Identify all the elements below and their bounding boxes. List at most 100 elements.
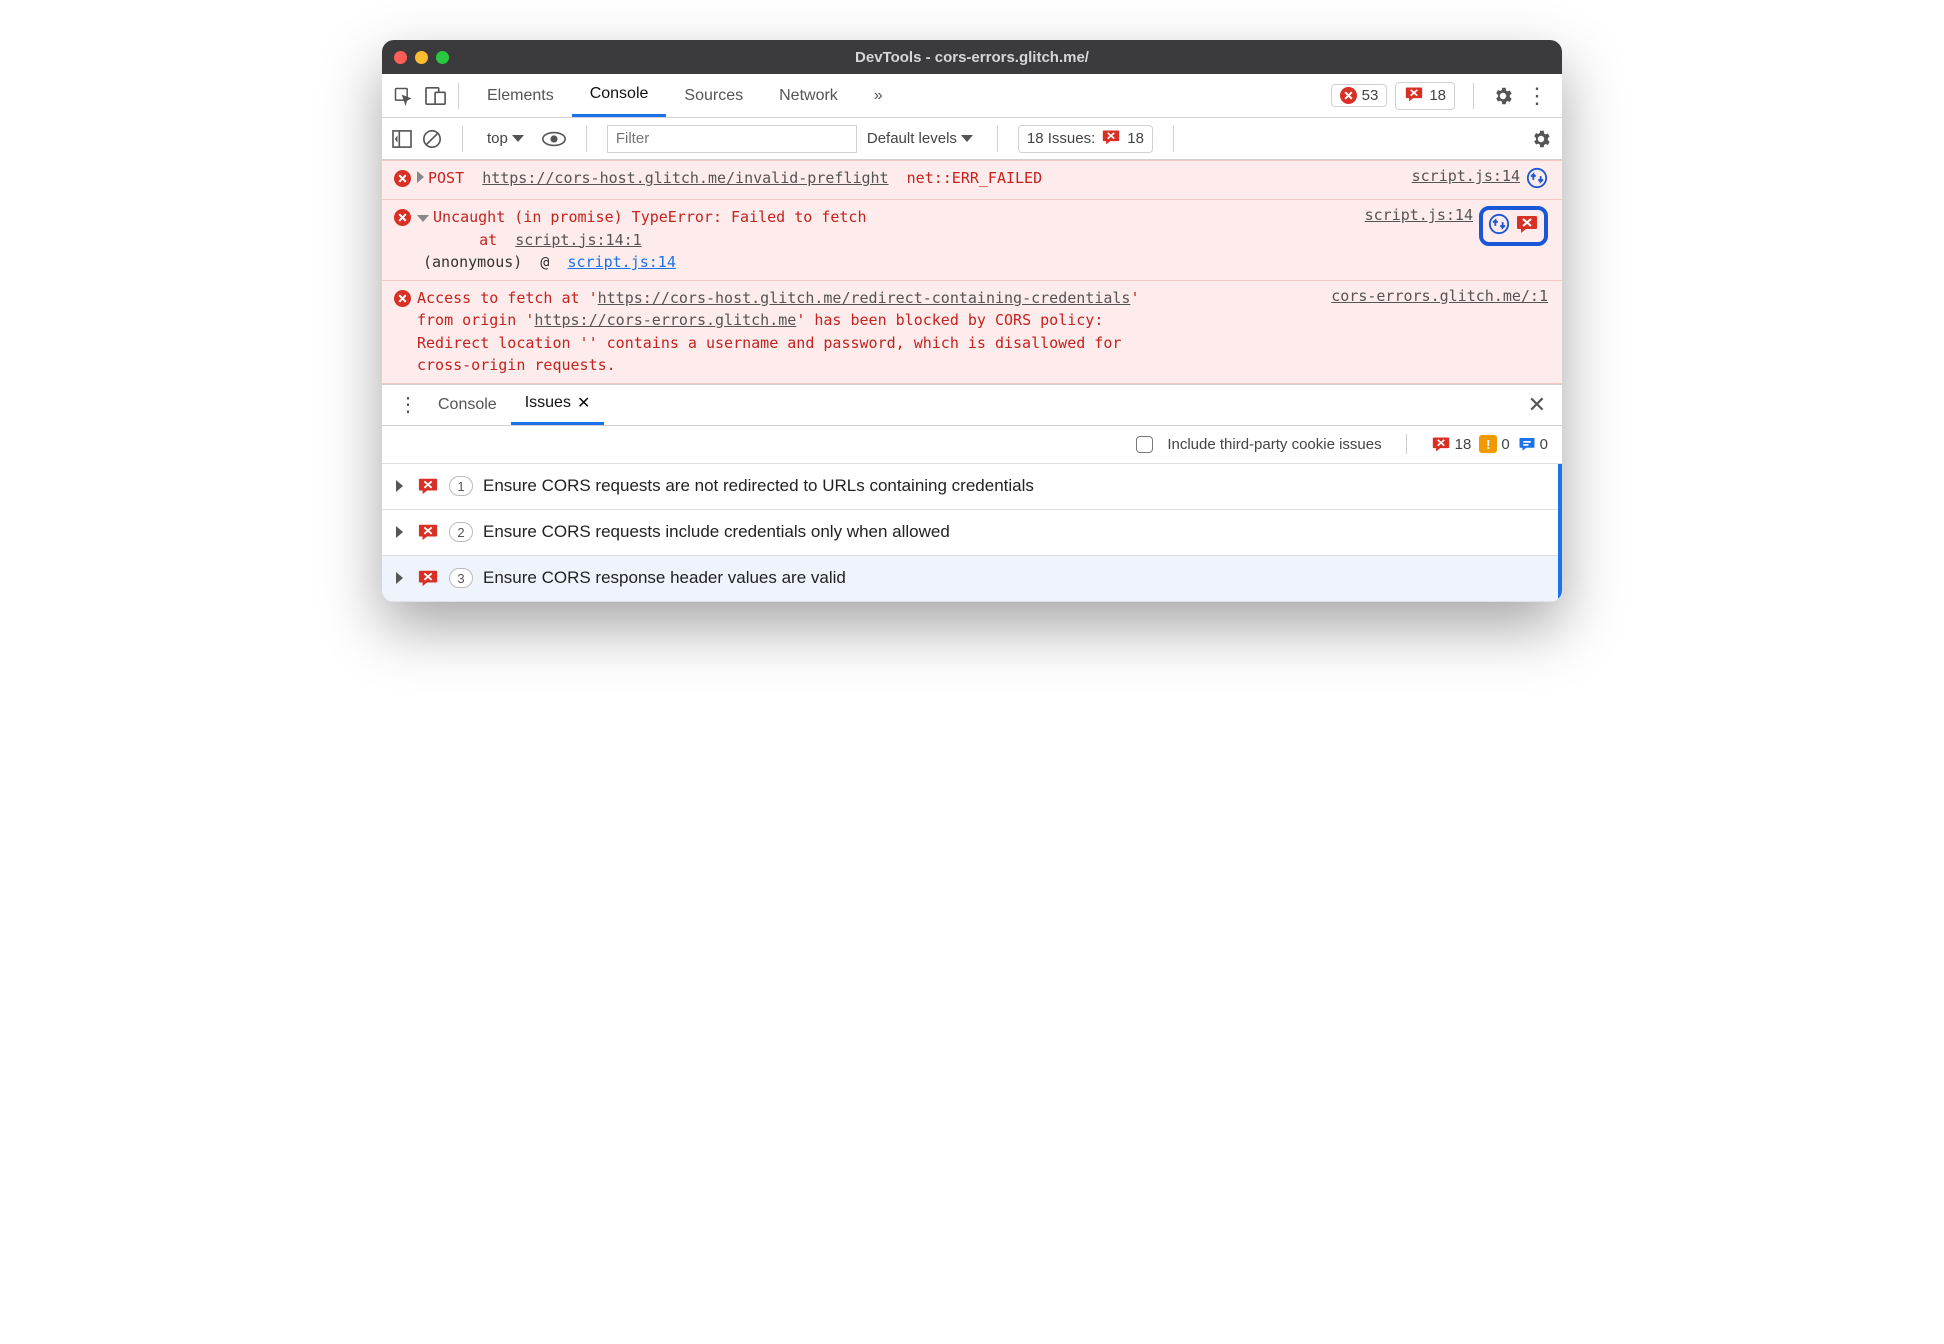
anon-at: @	[540, 253, 549, 271]
title-bar: DevTools - cors-errors.glitch.me/	[382, 40, 1562, 74]
window-title: DevTools - cors-errors.glitch.me/	[855, 49, 1089, 66]
expand-arrow-icon[interactable]	[417, 171, 424, 183]
cors-url1[interactable]: https://cors-host.glitch.me/redirect-con…	[598, 289, 1131, 307]
tabs-overflow-button[interactable]: »	[856, 74, 901, 117]
inspect-icon[interactable]	[392, 86, 414, 106]
more-icon[interactable]: ⋮	[1522, 83, 1552, 109]
issues-shortcut-button[interactable]: 18 Issues: 18	[1018, 125, 1153, 153]
console-error-row[interactable]: Uncaught (in promise) TypeError: Failed …	[382, 200, 1562, 281]
drawer-close-icon[interactable]: ✕	[1522, 392, 1552, 418]
close-tab-icon[interactable]: ✕	[577, 393, 590, 413]
error-message: Uncaught (in promise) TypeError: Failed …	[433, 208, 866, 226]
issues-badge[interactable]: 18	[1395, 82, 1455, 110]
context-label: top	[487, 130, 508, 147]
include-third-party-checkbox[interactable]	[1136, 436, 1153, 453]
devtools-window: DevTools - cors-errors.glitch.me/ Elemen…	[382, 40, 1562, 602]
tab-network[interactable]: Network	[761, 74, 856, 117]
console-settings-icon[interactable]	[1530, 128, 1552, 150]
console-error-row[interactable]: POST https://cors-host.glitch.me/invalid…	[382, 160, 1562, 200]
tab-console[interactable]: Console	[572, 74, 667, 117]
issues-shortcut-label: 18 Issues:	[1027, 130, 1095, 147]
main-toolbar: Elements Console Sources Network » 53	[382, 74, 1562, 118]
expand-arrow-icon[interactable]	[396, 526, 403, 538]
issues-count: 18	[1429, 87, 1446, 104]
drawer-menu-icon[interactable]: ⋮	[392, 392, 424, 417]
device-toggle-icon[interactable]	[424, 86, 448, 106]
errors-count: 53	[1362, 87, 1379, 104]
drawer-tab-issues[interactable]: Issues ✕	[511, 385, 605, 425]
errors-badge[interactable]: 53	[1331, 84, 1388, 107]
minimize-window-button[interactable]	[415, 51, 428, 64]
cors-text-pre: Access to fetch at '	[417, 289, 598, 307]
warning-icon: !	[1479, 435, 1497, 453]
zoom-window-button[interactable]	[436, 51, 449, 64]
issue-title: Ensure CORS requests are not redirected …	[483, 476, 1034, 496]
context-selector[interactable]: top	[483, 127, 532, 150]
stack-at: at	[479, 231, 497, 249]
issue-count-badge: 3	[449, 568, 473, 588]
highlighted-issue-icons	[1479, 206, 1548, 246]
network-request-icon[interactable]	[1488, 213, 1510, 239]
include-third-party-label: Include third-party cookie issues	[1167, 436, 1381, 453]
errors-issue-count[interactable]: 18	[1431, 435, 1472, 453]
error-icon	[394, 290, 411, 307]
issues-list: 1 Ensure CORS requests are not redirecte…	[382, 464, 1562, 602]
issue-title: Ensure CORS response header values are v…	[483, 568, 846, 588]
tab-elements[interactable]: Elements	[469, 74, 572, 117]
clear-console-icon[interactable]	[422, 129, 442, 149]
info-issue-count[interactable]: 0	[1518, 435, 1548, 453]
issue-title: Ensure CORS requests include credentials…	[483, 522, 950, 542]
drawer-tabs: Console Issues ✕	[424, 385, 604, 425]
anon-link[interactable]: script.js:14	[568, 253, 676, 271]
source-link[interactable]: script.js:14	[1412, 167, 1520, 185]
drawer-header: ⋮ Console Issues ✕ ✕	[382, 384, 1562, 426]
anon-label: (anonymous)	[423, 253, 522, 271]
log-levels-label: Default levels	[867, 130, 957, 147]
errors-issue-count-value: 18	[1455, 436, 1472, 453]
drawer-tab-console[interactable]: Console	[424, 385, 511, 425]
issue-icon	[1101, 128, 1121, 150]
issue-icon	[1404, 85, 1424, 107]
close-window-button[interactable]	[394, 51, 407, 64]
error-icon	[1340, 87, 1357, 104]
issue-count-badge: 2	[449, 522, 473, 542]
http-method: POST	[428, 169, 464, 187]
source-link[interactable]: cors-errors.glitch.me/:1	[1331, 287, 1548, 305]
network-request-icon[interactable]	[1526, 167, 1548, 193]
error-icon	[394, 170, 411, 187]
issue-count-badges: 18 ! 0 0	[1431, 435, 1548, 453]
cors-url2[interactable]: https://cors-errors.glitch.me	[534, 311, 796, 329]
expand-arrow-icon[interactable]	[396, 480, 403, 492]
issue-icon	[417, 568, 439, 588]
issue-icon[interactable]	[1515, 213, 1539, 239]
request-url[interactable]: https://cors-host.glitch.me/invalid-pref…	[482, 169, 888, 187]
issues-toolbar: Include third-party cookie issues 18 ! 0…	[382, 426, 1562, 464]
issue-count-badge: 1	[449, 476, 473, 496]
info-issue-count-value: 0	[1540, 436, 1548, 453]
console-messages: POST https://cors-host.glitch.me/invalid…	[382, 160, 1562, 384]
drawer-tab-issues-label: Issues	[525, 394, 571, 412]
issue-row[interactable]: 2 Ensure CORS requests include credentia…	[382, 510, 1558, 556]
error-code: net::ERR_FAILED	[907, 169, 1042, 187]
console-toolbar: top Default levels 18 Issues: 18	[382, 118, 1562, 160]
issues-shortcut-count: 18	[1127, 130, 1144, 147]
sidebar-toggle-icon[interactable]	[392, 130, 412, 148]
error-icon	[394, 209, 411, 226]
live-expression-icon[interactable]	[542, 131, 566, 147]
chevron-down-icon	[961, 135, 973, 142]
collapse-arrow-icon[interactable]	[417, 215, 429, 222]
issue-row[interactable]: 3 Ensure CORS response header values are…	[382, 556, 1558, 602]
log-levels-selector[interactable]: Default levels	[867, 130, 977, 147]
expand-arrow-icon[interactable]	[396, 572, 403, 584]
chevron-down-icon	[512, 135, 524, 142]
warnings-issue-count-value: 0	[1501, 436, 1509, 453]
tab-sources[interactable]: Sources	[666, 74, 761, 117]
traffic-lights	[394, 51, 449, 64]
filter-input[interactable]	[607, 125, 857, 153]
warnings-issue-count[interactable]: ! 0	[1479, 435, 1509, 453]
console-error-row[interactable]: Access to fetch at 'https://cors-host.gl…	[382, 281, 1562, 384]
settings-icon[interactable]	[1492, 85, 1514, 107]
source-link[interactable]: script.js:14	[1365, 206, 1473, 224]
issue-row[interactable]: 1 Ensure CORS requests are not redirecte…	[382, 464, 1558, 510]
stack-link[interactable]: script.js:14:1	[515, 231, 641, 249]
